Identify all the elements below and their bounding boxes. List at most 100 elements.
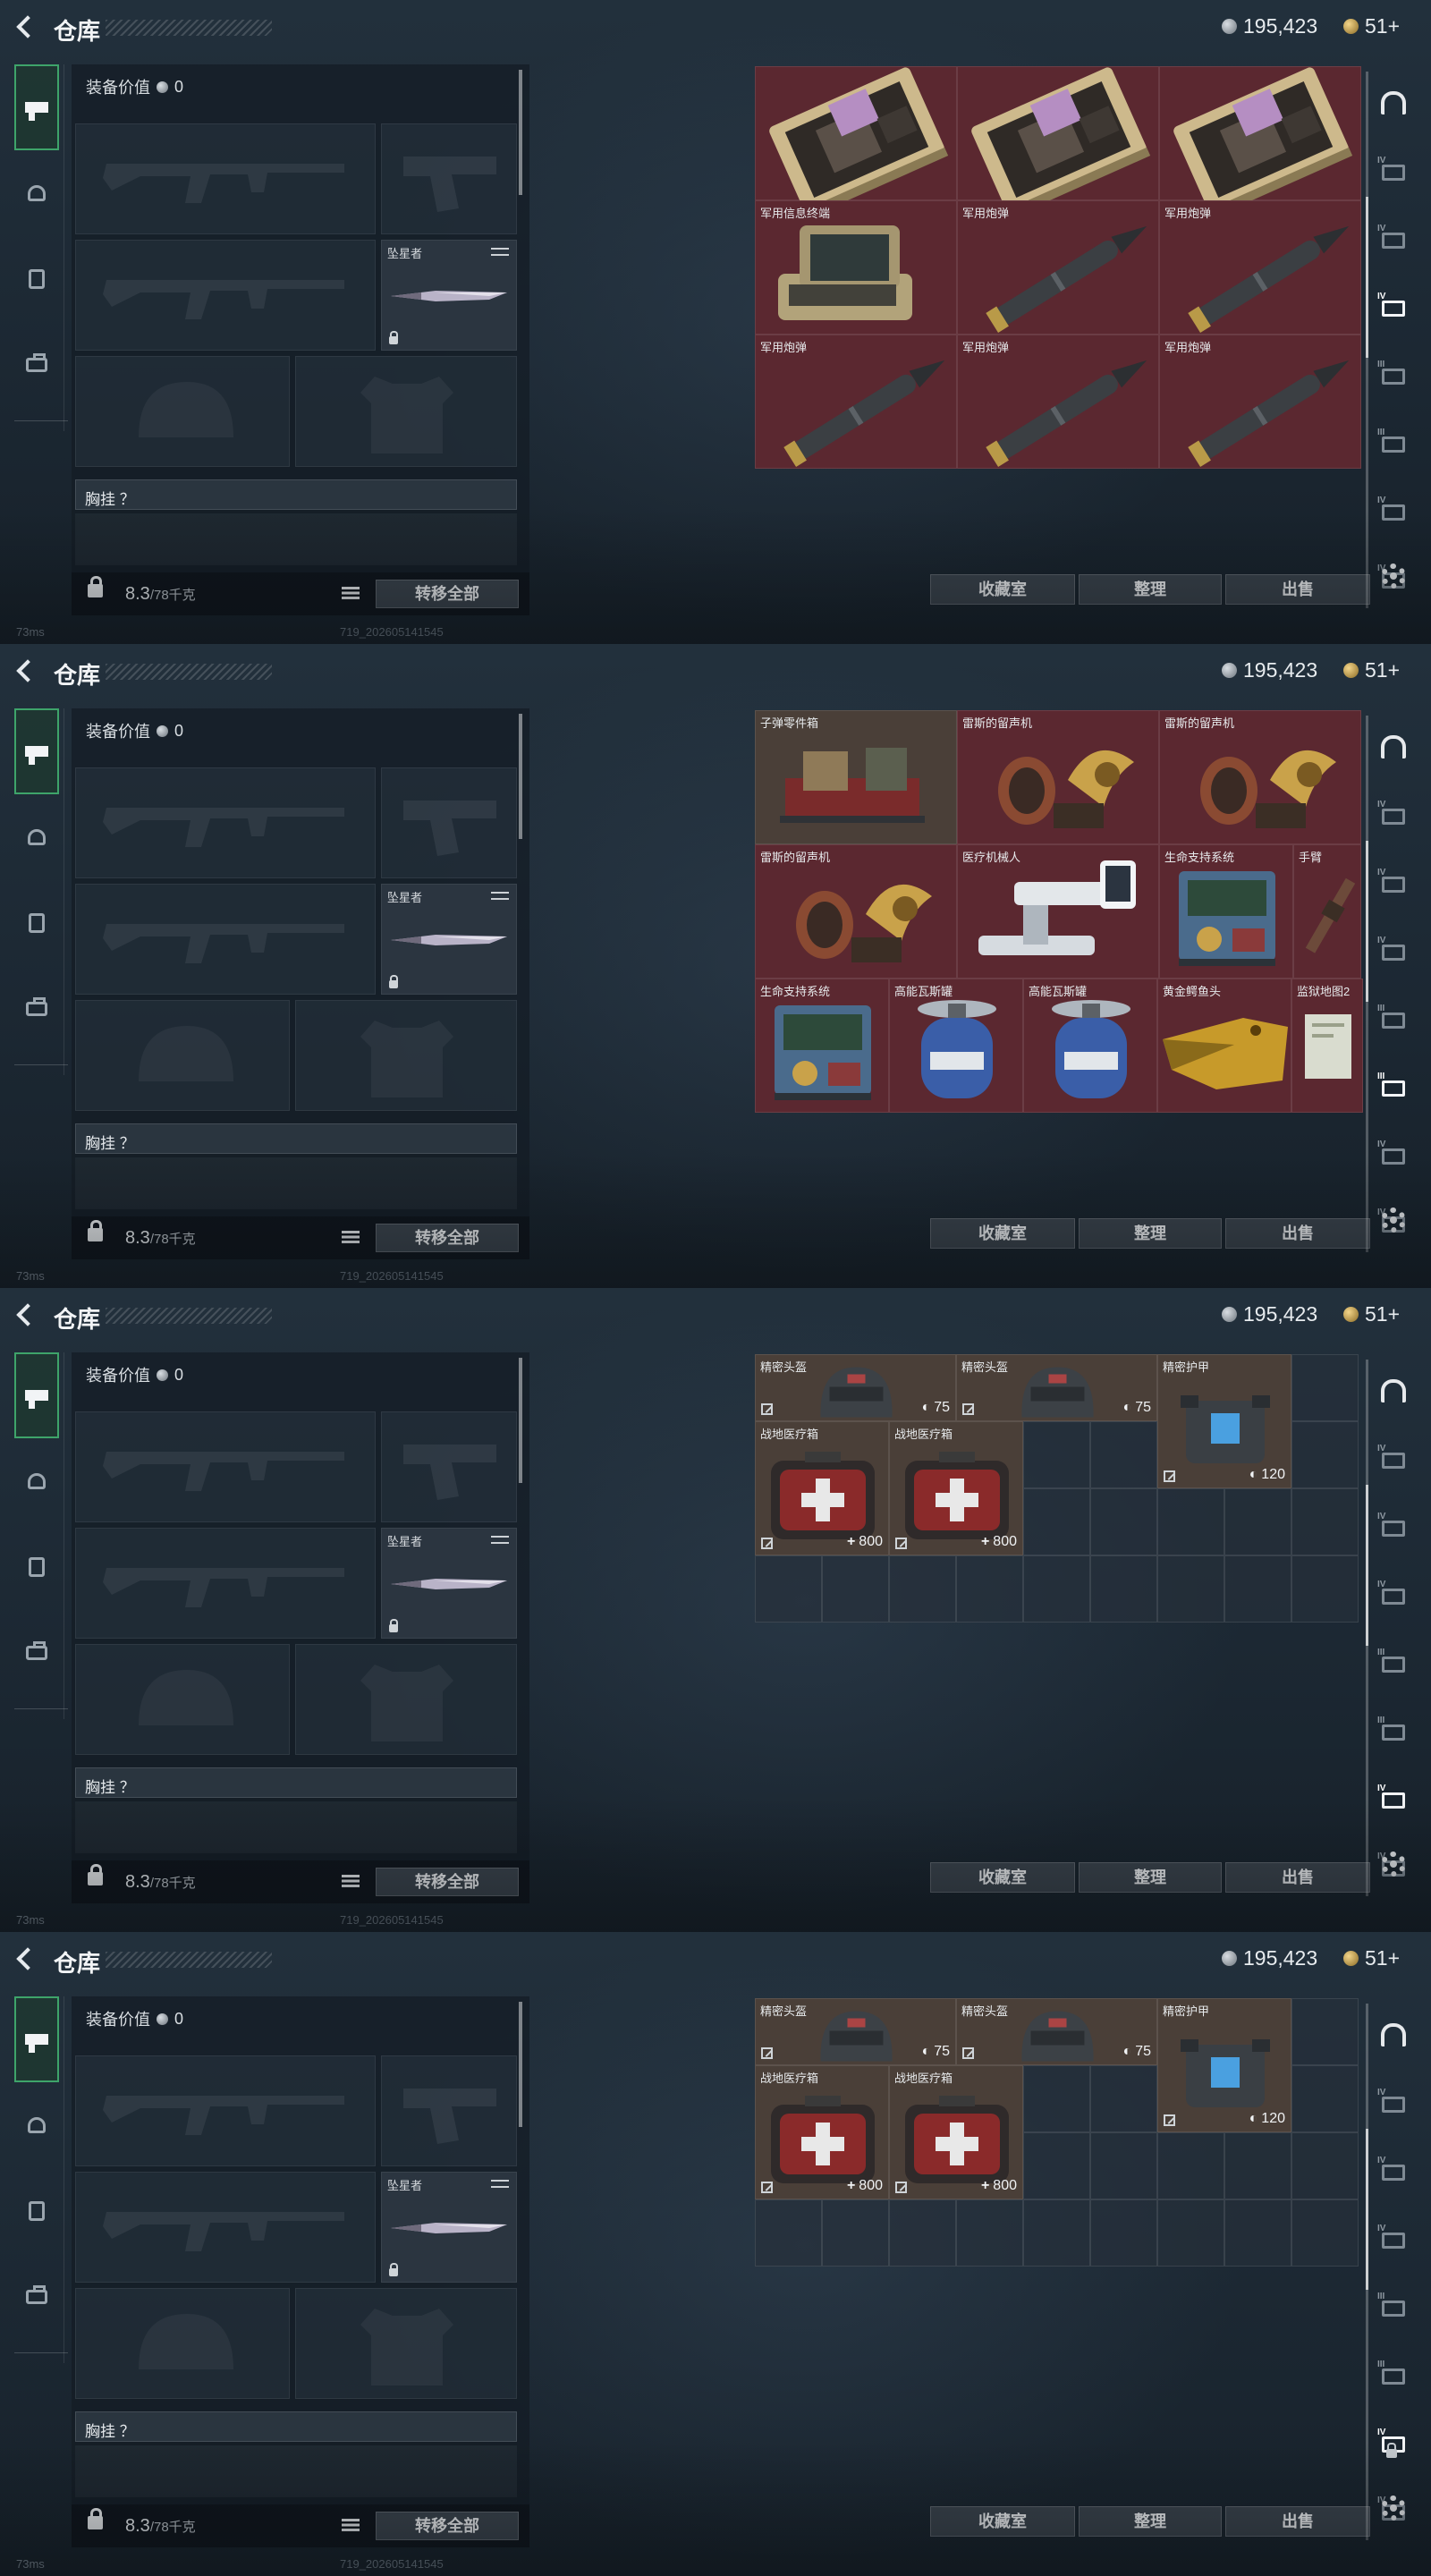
- primary-weapon-slot[interactable]: [75, 767, 376, 878]
- helmet-slot[interactable]: [75, 1644, 290, 1755]
- sell-button[interactable]: 出售: [1225, 1218, 1370, 1249]
- lock-icon[interactable]: [88, 1864, 103, 1885]
- rail-scroll-thumb[interactable]: [1366, 197, 1368, 358]
- primary-weapon-slot[interactable]: [75, 1411, 376, 1522]
- stash-page-tab[interactable]: III: [1374, 2356, 1413, 2395]
- stash-item[interactable]: 高能瓦斯罐: [1023, 979, 1157, 1113]
- tab-weapons[interactable]: [14, 1996, 59, 2082]
- stash-page-tab[interactable]: IV: [1374, 1780, 1413, 1819]
- stash-page-tab[interactable]: IV: [1374, 1508, 1413, 1547]
- gear-icon[interactable]: [1381, 2496, 1406, 2521]
- stash-page-tab[interactable]: IV: [1374, 152, 1413, 191]
- stash-item[interactable]: 军用信息终端: [755, 200, 957, 335]
- rail-scroll-thumb[interactable]: [1366, 2129, 1368, 2290]
- stash-page-tab[interactable]: IV: [1374, 1440, 1413, 1479]
- stash-main-tab[interactable]: [1374, 84, 1413, 123]
- stash-item[interactable]: 生命支持系统: [755, 979, 889, 1113]
- melee-slot[interactable]: 坠星者: [381, 1528, 517, 1639]
- chest-rig-bar[interactable]: 胸挂 ？: [75, 2411, 517, 2442]
- lock-icon[interactable]: [88, 1220, 103, 1241]
- back-arrow-icon[interactable]: [13, 14, 39, 41]
- stash-item[interactable]: [1159, 66, 1361, 201]
- stash-page-tab[interactable]: IV: [1374, 492, 1413, 531]
- tab-backpack[interactable]: [14, 966, 59, 1052]
- stash-item[interactable]: 战地医疗箱 +800: [755, 1421, 889, 1555]
- stash-item[interactable]: 战地医疗箱 +800: [889, 2065, 1023, 2199]
- stash-item[interactable]: 战地医疗箱 +800: [755, 2065, 889, 2199]
- rail-scroll-thumb[interactable]: [1366, 841, 1368, 1002]
- sort-button[interactable]: 整理: [1079, 574, 1222, 605]
- collection-room-button[interactable]: 收藏室: [930, 1218, 1075, 1249]
- secondary-weapon-slot[interactable]: [75, 240, 376, 351]
- stash-page-tab[interactable]: IV: [1374, 288, 1413, 327]
- collection-room-button[interactable]: 收藏室: [930, 574, 1075, 605]
- loadout-scrollbar[interactable]: [519, 1358, 522, 1483]
- chest-rig-bar[interactable]: 胸挂 ？: [75, 479, 517, 510]
- lock-icon[interactable]: [88, 2508, 103, 2529]
- transfer-all-button[interactable]: 转移全部: [376, 580, 519, 608]
- transfer-all-button[interactable]: 转移全部: [376, 1868, 519, 1896]
- gear-icon[interactable]: [1381, 1852, 1406, 1877]
- stash-main-tab[interactable]: [1374, 728, 1413, 767]
- list-icon[interactable]: [342, 587, 360, 599]
- stash-item[interactable]: 雷斯的留声机: [1159, 710, 1361, 844]
- tab-helmet[interactable]: [14, 150, 59, 236]
- tab-weapons[interactable]: [14, 708, 59, 794]
- helmet-slot[interactable]: [75, 356, 290, 467]
- loadout-scrollbar[interactable]: [519, 714, 522, 839]
- sort-button[interactable]: 整理: [1079, 2506, 1222, 2537]
- sell-button[interactable]: 出售: [1225, 2506, 1370, 2537]
- chest-rig-bar[interactable]: 胸挂 ？: [75, 1767, 517, 1798]
- pistol-slot[interactable]: [381, 1411, 517, 1522]
- helmet-slot[interactable]: [75, 2288, 290, 2399]
- stash-page-tab[interactable]: III: [1374, 1000, 1413, 1039]
- stash-item[interactable]: 子弹零件箱: [755, 710, 957, 844]
- stash-item[interactable]: 精密头盔 ◐ 75: [755, 1354, 956, 1421]
- stash-page-tab[interactable]: IV: [1374, 864, 1413, 903]
- pistol-slot[interactable]: [381, 123, 517, 234]
- stash-page-tab[interactable]: III: [1374, 1068, 1413, 1107]
- back-arrow-icon[interactable]: [13, 658, 39, 685]
- stash-page-tab[interactable]: IV: [1374, 2220, 1413, 2259]
- stash-page-tab[interactable]: IV: [1374, 1576, 1413, 1615]
- loadout-scrollbar[interactable]: [519, 2002, 522, 2127]
- sort-button[interactable]: 整理: [1079, 1218, 1222, 1249]
- stash-item[interactable]: 精密护甲 ◐ 120: [1157, 1998, 1291, 2132]
- tab-chest-rig[interactable]: [14, 2168, 59, 2254]
- tab-weapons[interactable]: [14, 1352, 59, 1438]
- tab-chest-rig[interactable]: [14, 880, 59, 966]
- tab-helmet[interactable]: [14, 1438, 59, 1524]
- primary-weapon-slot[interactable]: [75, 2055, 376, 2166]
- loadout-scrollbar[interactable]: [519, 70, 522, 195]
- sell-button[interactable]: 出售: [1225, 574, 1370, 605]
- transfer-all-button[interactable]: 转移全部: [376, 2512, 519, 2540]
- stash-item[interactable]: 精密头盔 ◐ 75: [755, 1998, 956, 2065]
- rail-scrollbar[interactable]: [1366, 2004, 1368, 2540]
- stash-main-tab[interactable]: [1374, 1372, 1413, 1411]
- melee-slot[interactable]: 坠星者: [381, 2172, 517, 2283]
- stash-main-tab[interactable]: [1374, 2016, 1413, 2055]
- chest-rig-bar[interactable]: 胸挂 ？: [75, 1123, 517, 1154]
- stash-item[interactable]: 军用炮弹: [957, 200, 1159, 335]
- stash-item[interactable]: 雷斯的留声机: [957, 710, 1159, 844]
- stash-page-tab[interactable]: III: [1374, 1712, 1413, 1751]
- list-icon[interactable]: [342, 1875, 360, 1887]
- stash-item[interactable]: 精密头盔 ◐ 75: [956, 1354, 1157, 1421]
- secondary-weapon-slot[interactable]: [75, 884, 376, 995]
- secondary-weapon-slot[interactable]: [75, 1528, 376, 1639]
- list-icon[interactable]: [342, 1231, 360, 1243]
- stash-item[interactable]: 精密头盔 ◐ 75: [956, 1998, 1157, 2065]
- stash-page-tab[interactable]: III: [1374, 1644, 1413, 1683]
- tab-backpack[interactable]: [14, 2254, 59, 2340]
- tab-weapons[interactable]: [14, 64, 59, 150]
- rail-scrollbar[interactable]: [1366, 716, 1368, 1252]
- stash-page-tab[interactable]: IV: [1374, 796, 1413, 835]
- stash-item[interactable]: 军用炮弹: [1159, 335, 1361, 469]
- secondary-weapon-slot[interactable]: [75, 2172, 376, 2283]
- stash-item[interactable]: 军用炮弹: [1159, 200, 1361, 335]
- tab-backpack[interactable]: [14, 1610, 59, 1696]
- stash-item[interactable]: 监狱地图2: [1291, 979, 1363, 1113]
- stash-item[interactable]: 军用炮弹: [957, 335, 1159, 469]
- gear-icon[interactable]: [1381, 564, 1406, 589]
- tab-backpack[interactable]: [14, 322, 59, 408]
